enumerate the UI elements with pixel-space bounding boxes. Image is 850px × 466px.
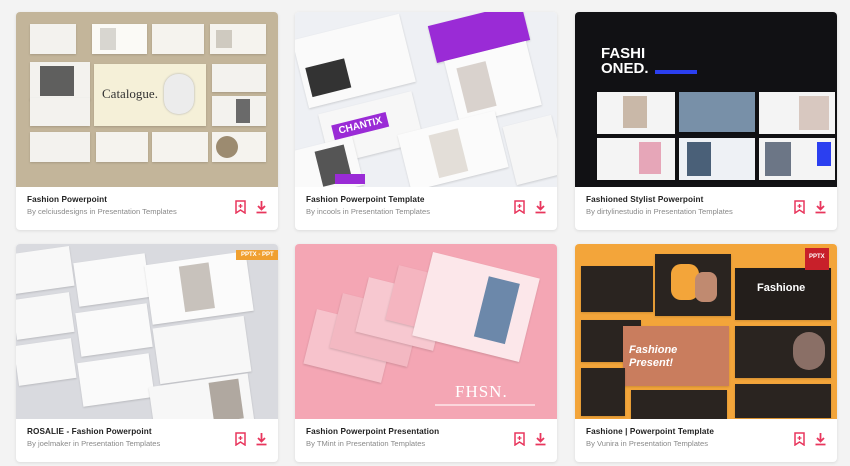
download-icon[interactable]: [814, 200, 827, 214]
bookmark-icon[interactable]: [793, 200, 806, 214]
item-title[interactable]: Fashion Powerpoint Template: [306, 195, 547, 204]
author-link[interactable]: Vunira: [597, 439, 619, 448]
item-meta: Fashion Powerpoint Template By incools i…: [295, 187, 557, 230]
bookmark-icon[interactable]: [793, 432, 806, 446]
download-icon[interactable]: [255, 200, 268, 214]
item-byline: By incools in Presentation Templates: [306, 207, 431, 216]
item-actions: [234, 432, 268, 446]
item-meta: ROSALIE - Fashion Powerpoint By joelmake…: [16, 419, 278, 462]
category-link[interactable]: Presentation Templates: [629, 439, 708, 448]
item-meta: Fashioned Stylist Powerpoint By dirtylin…: [575, 187, 837, 230]
thumb-fashione-text: Fashione: [757, 282, 806, 294]
category-link[interactable]: Presentation Templates: [346, 439, 425, 448]
category-link[interactable]: Presentation Templates: [98, 207, 177, 216]
download-icon[interactable]: [255, 432, 268, 446]
item-thumbnail[interactable]: Fashione PPTX Fashione Present!: [575, 244, 837, 419]
item-title[interactable]: Fashion Powerpoint Presentation: [306, 427, 547, 436]
bookmark-icon[interactable]: [234, 200, 247, 214]
item-card[interactable]: Fashione PPTX Fashione Present! Fashione…: [575, 244, 837, 462]
item-card[interactable]: Catalogue. Fashion Powerpoint By celcius…: [16, 12, 278, 230]
item-byline: By dirtylinestudio in Presentation Templ…: [586, 207, 733, 216]
item-meta: Fashion Powerpoint By celciusdesigns in …: [16, 187, 278, 230]
item-card[interactable]: FASHI ONED. Fashioned Stylist Powerpoint…: [575, 12, 837, 230]
thumb-fashioned-text: FASHI ONED.: [601, 45, 649, 77]
item-actions: [793, 432, 827, 446]
item-meta: Fashion Powerpoint Presentation By TMint…: [295, 419, 557, 462]
item-title[interactable]: Fashione | Powerpoint Template: [586, 427, 827, 436]
download-icon[interactable]: [814, 432, 827, 446]
download-icon[interactable]: [534, 432, 547, 446]
thumb-catalogue-text: Catalogue.: [102, 86, 158, 101]
item-actions: [234, 200, 268, 214]
item-byline: By Vunira in Presentation Templates: [586, 439, 709, 448]
thumb-fashione-present-text: Fashione Present!: [629, 344, 678, 369]
category-link[interactable]: Presentation Templates: [351, 207, 430, 216]
bookmark-icon[interactable]: [513, 432, 526, 446]
thumb-fhsn-text: FHSN.: [455, 382, 508, 401]
item-thumbnail[interactable]: CHANTIX: [295, 12, 557, 187]
item-meta: Fashione | Powerpoint Template By Vunira…: [575, 419, 837, 462]
item-thumbnail[interactable]: FASHI ONED.: [575, 12, 837, 187]
thumb-format-badge: PPTX - PPT: [236, 250, 278, 260]
item-byline: By joelmaker in Presentation Templates: [27, 439, 161, 448]
author-link[interactable]: dirtylinestudio: [597, 207, 643, 216]
item-card[interactable]: PPTX - PPT ROSALIE - Fashion Powerpoint …: [16, 244, 278, 462]
item-actions: [793, 200, 827, 214]
template-grid: Catalogue. Fashion Powerpoint By celcius…: [0, 0, 850, 466]
download-icon[interactable]: [534, 200, 547, 214]
item-thumbnail[interactable]: Catalogue.: [16, 12, 278, 187]
item-title[interactable]: Fashion Powerpoint: [27, 195, 268, 204]
category-link[interactable]: Presentation Templates: [654, 207, 733, 216]
item-card[interactable]: FHSN. Fashion Powerpoint Presentation By…: [295, 244, 557, 462]
item-actions: [513, 432, 547, 446]
item-byline: By celciusdesigns in Presentation Templa…: [27, 207, 177, 216]
author-link[interactable]: TMint: [317, 439, 336, 448]
item-thumbnail[interactable]: PPTX - PPT: [16, 244, 278, 419]
author-link[interactable]: celciusdesigns: [38, 207, 87, 216]
item-title[interactable]: Fashioned Stylist Powerpoint: [586, 195, 827, 204]
item-title[interactable]: ROSALIE - Fashion Powerpoint: [27, 427, 268, 436]
bookmark-icon[interactable]: [234, 432, 247, 446]
category-link[interactable]: Presentation Templates: [81, 439, 160, 448]
thumb-chantix-text: CHANTIX: [331, 111, 390, 141]
item-thumbnail[interactable]: FHSN.: [295, 244, 557, 419]
item-card[interactable]: CHANTIX Fashion Powerpoint Template By i…: [295, 12, 557, 230]
bookmark-icon[interactable]: [513, 200, 526, 214]
thumb-pptx-badge: PPTX: [805, 248, 829, 270]
author-link[interactable]: incools: [317, 207, 341, 216]
item-byline: By TMint in Presentation Templates: [306, 439, 426, 448]
item-actions: [513, 200, 547, 214]
author-link[interactable]: joelmaker: [38, 439, 71, 448]
